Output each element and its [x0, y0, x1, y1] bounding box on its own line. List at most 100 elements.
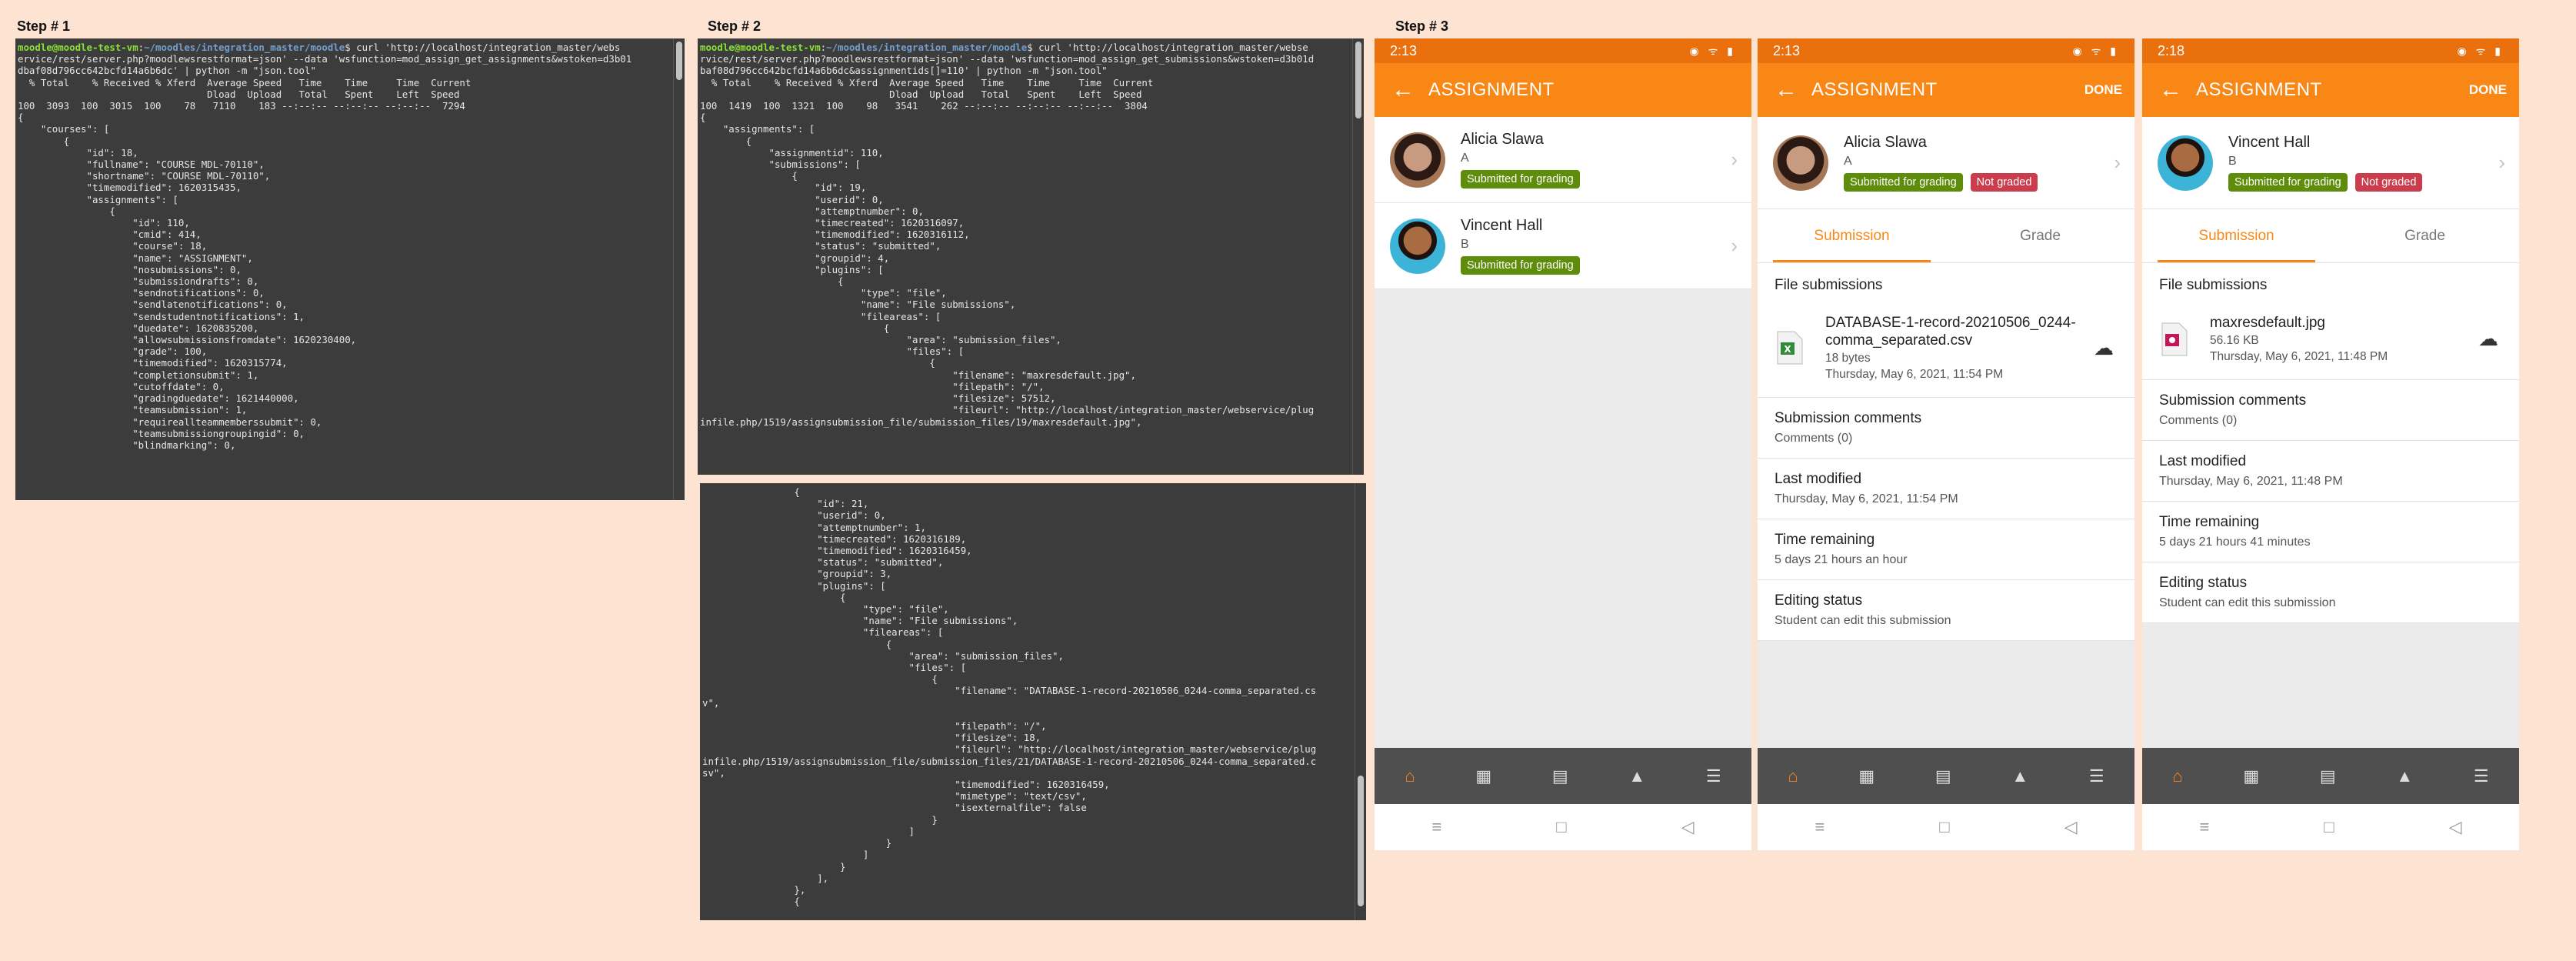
arrow-left-icon[interactable]: ← — [1391, 77, 1428, 103]
done-button[interactable]: DONE — [2469, 82, 2519, 98]
comments-count: Comments (0) — [1775, 432, 1853, 445]
section-heading: Editing status — [2159, 575, 2248, 591]
user-name: Vincent Hall — [1461, 217, 1543, 234]
section-heading: File submissions — [2159, 277, 2268, 293]
status-icons: ◉ ᯤ ▮ — [2457, 44, 2504, 57]
tab-submission[interactable]: Submission — [2142, 209, 2331, 262]
editing-status-section: Editing status Student can edit this subm… — [1758, 580, 2134, 641]
back-triangle-icon[interactable]: ◁ — [2064, 817, 2078, 837]
participant-row[interactable]: Vincent Hall B Submitted for grading › — [1375, 203, 1751, 289]
terminal-scrollbar[interactable] — [1355, 483, 1366, 920]
home-icon[interactable]: ⌂ — [1788, 766, 1798, 786]
bell-icon[interactable]: ▲ — [1628, 766, 1645, 786]
phone-screen-2: 2:13 ◉ ᯤ ▮ ← ASSIGNMENT DONE Alicia Slawa… — [1758, 38, 2134, 851]
chevron-right-icon: › — [2114, 151, 2121, 174]
recent-apps-icon[interactable]: ≡ — [1815, 817, 1825, 837]
terminal-scrollbar[interactable] — [1352, 38, 1364, 475]
participant-row[interactable]: Alicia Slawa A Submitted for grading › — [1375, 117, 1751, 203]
terminal-window-2[interactable]: moodle@moodle-test-vm:~/moodles/integrat… — [698, 38, 1364, 475]
terminal-window-3[interactable]: { "id": 21, "userid": 0, "attemptnumber"… — [700, 483, 1366, 920]
done-button[interactable]: DONE — [2084, 82, 2134, 98]
file-submissions-section: File submissions — [2142, 263, 2519, 306]
image-file-icon — [2159, 322, 2190, 357]
status-badge: Submitted for grading — [1461, 170, 1580, 189]
messages-icon[interactable]: ▤ — [1935, 766, 1951, 786]
scrollbar-thumb[interactable] — [676, 42, 682, 80]
bottom-nav: ⌂ ▦ ▤ ▲ ☰ — [1375, 748, 1751, 804]
menu-icon[interactable]: ☰ — [2474, 766, 2489, 786]
messages-icon[interactable]: ▤ — [1552, 766, 1568, 786]
grade-badge: Not graded — [1970, 173, 2038, 192]
arrow-left-icon[interactable]: ← — [2159, 77, 2196, 103]
tab-grade[interactable]: Grade — [2331, 209, 2519, 262]
menu-icon[interactable]: ☰ — [1706, 766, 1721, 786]
home-icon[interactable]: ⌂ — [1405, 766, 1415, 786]
file-date: Thursday, May 6, 2021, 11:48 PM — [2210, 350, 2388, 363]
calendar-icon[interactable]: ▦ — [2243, 766, 2259, 786]
file-submissions-section: File submissions — [1758, 263, 2134, 306]
bell-icon[interactable]: ▲ — [2396, 766, 2413, 786]
clock: 2:13 — [1773, 42, 1801, 58]
bell-icon[interactable]: ▲ — [2011, 766, 2028, 786]
user-name: Alicia Slawa — [1461, 131, 1544, 148]
recent-apps-icon[interactable]: ≡ — [2199, 817, 2209, 837]
recent-apps-icon[interactable]: ≡ — [1431, 817, 1441, 837]
messages-icon[interactable]: ▤ — [2320, 766, 2336, 786]
back-triangle-icon[interactable]: ◁ — [2449, 817, 2462, 837]
section-heading: Submission comments — [2159, 392, 2307, 409]
step-1-label: Step # 1 — [17, 18, 71, 34]
comments-section[interactable]: Submission comments Comments (0) — [1758, 398, 2134, 459]
home-square-icon[interactable]: □ — [2324, 817, 2334, 837]
scrollbar-thumb[interactable] — [1355, 42, 1361, 118]
user-header[interactable]: Alicia Slawa A Submitted for grading Not… — [1758, 117, 2134, 209]
arrow-left-icon[interactable]: ← — [1775, 77, 1811, 103]
avatar — [1390, 132, 1445, 188]
app-bar: ← ASSIGNMENT — [1375, 63, 1751, 117]
terminal-output: moodle@moodle-test-vm:~/moodles/integrat… — [700, 42, 1315, 428]
file-item[interactable]: X DATABASE-1-record-20210506_0244-comma_… — [1758, 306, 2134, 398]
phone-screen-1: 2:13 ◉ ᯤ ▮ ← ASSIGNMENT Alicia Slawa A Su… — [1375, 38, 1751, 851]
chevron-right-icon: › — [1731, 234, 1738, 257]
comments-section[interactable]: Submission comments Comments (0) — [2142, 380, 2519, 441]
home-icon[interactable]: ⌂ — [2172, 766, 2182, 786]
file-item[interactable]: maxresdefault.jpg 56.16 KB Thursday, May… — [2142, 306, 2519, 380]
terminal-output: moodle@moodle-test-vm:~/moodles/integrat… — [18, 42, 632, 451]
calendar-icon[interactable]: ▦ — [1475, 766, 1491, 786]
page-title: ASSIGNMENT — [1428, 79, 1555, 100]
last-modified-section: Last modified Thursday, May 6, 2021, 11:4… — [2142, 441, 2519, 502]
terminal-scrollbar[interactable] — [673, 38, 685, 500]
scrollbar-thumb[interactable] — [1358, 776, 1364, 906]
app-bar: ← ASSIGNMENT DONE — [1758, 63, 2134, 117]
back-triangle-icon[interactable]: ◁ — [1681, 817, 1695, 837]
chevron-right-icon: › — [2498, 151, 2505, 174]
system-nav: ≡ □ ◁ — [1758, 804, 2134, 850]
cloud-download-icon[interactable]: ☁ — [2090, 336, 2118, 360]
avatar — [1773, 135, 1828, 191]
file-size: 56.16 KB — [2210, 334, 2259, 347]
cloud-download-icon[interactable]: ☁ — [2474, 327, 2502, 351]
section-heading: Editing status — [1775, 592, 1863, 609]
file-name: maxresdefault.jpg — [2210, 315, 2325, 331]
calendar-icon[interactable]: ▦ — [1858, 766, 1875, 786]
step-2-label: Step # 2 — [708, 18, 761, 34]
terminal-window-1[interactable]: moodle@moodle-test-vm:~/moodles/integrat… — [15, 38, 685, 500]
section-heading: Last modified — [1775, 471, 1862, 487]
user-header[interactable]: Vincent Hall B Submitted for grading Not… — [2142, 117, 2519, 209]
tab-submission[interactable]: Submission — [1758, 209, 1946, 262]
grade-badge: Not graded — [2354, 173, 2423, 192]
tab-grade[interactable]: Grade — [1946, 209, 2134, 262]
avatar — [1390, 218, 1445, 274]
status-icons: ◉ ᯤ ▮ — [2072, 44, 2119, 57]
menu-icon[interactable]: ☰ — [2089, 766, 2104, 786]
editing-status-value: Student can edit this submission — [1775, 614, 1951, 627]
home-square-icon[interactable]: □ — [1556, 817, 1566, 837]
clock: 2:13 — [1390, 42, 1418, 58]
tab-bar: Submission Grade — [2142, 209, 2519, 263]
avatar — [2158, 135, 2213, 191]
group-letter: B — [1461, 238, 1469, 251]
terminal-output: { "id": 21, "userid": 0, "attemptnumber"… — [702, 486, 1317, 908]
system-nav: ≡ □ ◁ — [1375, 804, 1751, 850]
home-square-icon[interactable]: □ — [1939, 817, 1949, 837]
comments-count: Comments (0) — [2159, 414, 2238, 427]
file-size: 18 bytes — [1825, 352, 1871, 365]
